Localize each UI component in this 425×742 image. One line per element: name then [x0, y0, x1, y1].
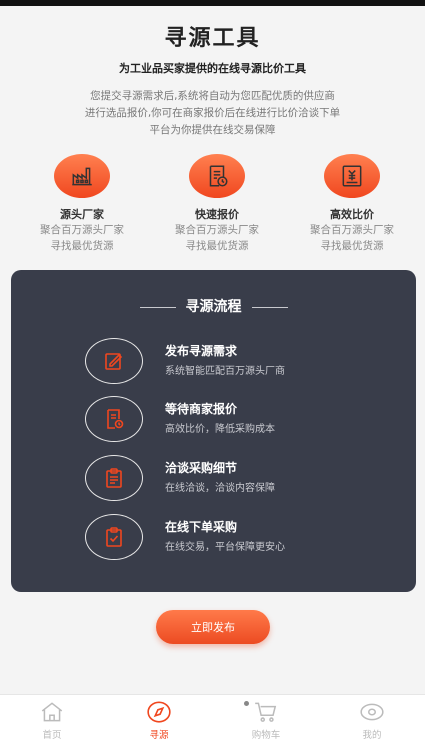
tab-label: 寻源 — [149, 730, 169, 741]
document-clock-icon — [85, 396, 143, 442]
description-line: 平台为你提供在线交易保障 — [149, 124, 276, 136]
feature-list: 源头厂家 聚合百万源头厂家 寻找最优货源 快速报价 聚合百万源头厂家 寻找最优货… — [0, 154, 425, 254]
feature-source-factory: 源头厂家 聚合百万源头厂家 寻找最优货源 — [17, 154, 147, 254]
feature-line: 寻找最优货源 — [320, 240, 384, 252]
page-description: 您提交寻源需求后,系统将自动为您匹配优质的供应商 进行选品报价,你可在商家报价后… — [40, 88, 385, 139]
status-bar — [0, 0, 425, 6]
home-icon — [41, 702, 63, 722]
feature-line: 寻找最优货源 — [185, 240, 249, 252]
cart-icon — [255, 702, 277, 722]
quote-icon — [189, 154, 245, 198]
page-title: 寻源工具 — [164, 26, 261, 51]
price-compare-icon — [324, 154, 380, 198]
feature-title: 高效比价 — [330, 208, 374, 221]
process-header: 寻源流程 — [11, 296, 416, 316]
divider — [251, 306, 288, 308]
process-step: 发布寻源需求 系统智能匹配百万源头厂商 — [85, 338, 385, 386]
tab-cart[interactable]: 购物车 — [236, 699, 296, 741]
feature-title: 快速报价 — [195, 208, 239, 221]
process-step: 等待商家报价 高效比价，降低采购成本 — [85, 396, 385, 444]
bottom-tab-bar: 首页 寻源 购物车 我的 — [0, 694, 425, 742]
process-step: 在线下单采购 在线交易，平台保障更安心 — [85, 514, 385, 562]
tab-home[interactable]: 首页 — [22, 699, 82, 741]
tab-mine[interactable]: 我的 — [342, 699, 402, 741]
factory-icon — [54, 154, 110, 198]
process-step: 洽谈采购细节 在线洽谈，洽谈内容保障 — [85, 455, 385, 503]
feature-line: 寻找最优货源 — [50, 240, 114, 252]
clipboard-icon — [85, 455, 143, 501]
clipboard-check-icon — [85, 514, 143, 560]
tab-label: 首页 — [42, 730, 62, 741]
feature-line: 聚合百万源头厂家 — [310, 224, 394, 236]
step-title: 在线下单采购 — [165, 520, 238, 534]
publish-button[interactable]: 立即发布 — [156, 610, 270, 644]
step-subtitle: 在线洽谈，洽谈内容保障 — [165, 483, 275, 494]
tab-label: 我的 — [362, 730, 382, 741]
description-line: 进行选品报价,你可在商家报价后在线进行比价洽谈下单 — [84, 107, 341, 119]
description-line: 您提交寻源需求后,系统将自动为您匹配优质的供应商 — [90, 90, 335, 102]
feature-line: 聚合百万源头厂家 — [175, 224, 259, 236]
edit-icon — [85, 338, 143, 384]
compass-icon — [147, 701, 171, 723]
step-title: 洽谈采购细节 — [165, 461, 238, 475]
divider — [139, 306, 176, 308]
process-panel: 寻源流程 发布寻源需求 系统智能匹配百万源头厂商 等待商家报价 高效比价，降低采… — [11, 270, 416, 592]
step-title: 等待商家报价 — [165, 402, 238, 416]
tab-label: 购物车 — [251, 730, 281, 741]
notification-dot — [244, 701, 249, 706]
feature-line: 聚合百万源头厂家 — [40, 224, 124, 236]
tab-sourcing[interactable]: 寻源 — [129, 699, 189, 741]
feature-fast-quote: 快速报价 聚合百万源头厂家 寻找最优货源 — [152, 154, 282, 254]
step-subtitle: 高效比价，降低采购成本 — [165, 424, 275, 435]
step-title: 发布寻源需求 — [165, 344, 238, 358]
step-subtitle: 系统智能匹配百万源头厂商 — [165, 366, 285, 377]
feature-efficient-compare: 高效比价 聚合百万源头厂家 寻找最优货源 — [287, 154, 417, 254]
step-subtitle: 在线交易，平台保障更安心 — [165, 542, 285, 553]
feature-title: 源头厂家 — [60, 208, 104, 221]
process-title: 寻源流程 — [185, 299, 242, 315]
user-eye-icon — [360, 703, 384, 721]
page-subtitle: 为工业品买家提供的在线寻源比价工具 — [119, 62, 306, 75]
